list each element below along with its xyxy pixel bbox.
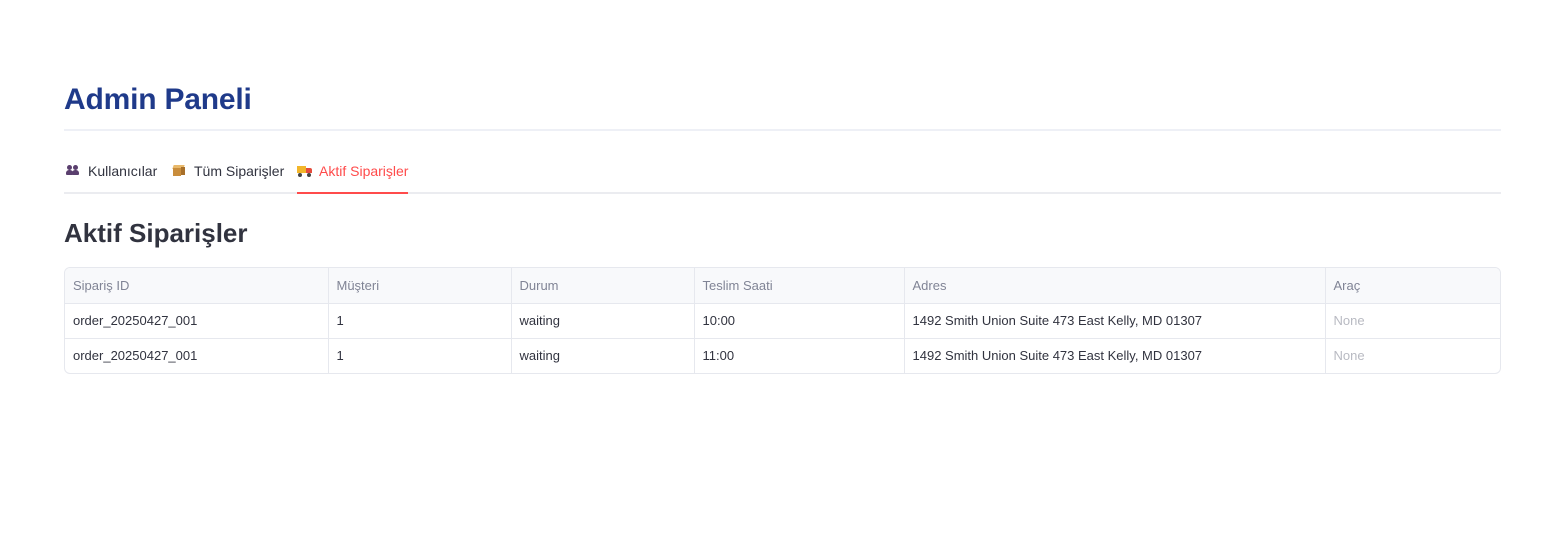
cell-order-id[interactable]: order_20250427_001 [65, 338, 329, 373]
cell-vehicle[interactable]: None [1325, 338, 1500, 373]
tab-bar: Kullanıcılar Tüm Siparişler Aktif Sipari… [64, 156, 1501, 194]
page-title: Admin Paneli [64, 83, 252, 116]
cell-delivery-time[interactable]: 10:00 [694, 303, 905, 339]
truck-icon [297, 164, 313, 178]
table-row: order_20250427_001 1 waiting 10:00 1492 … [65, 303, 1500, 339]
admin-page: Admin Paneli Kullanıcılar Tüm Siparişler… [0, 0, 1549, 533]
cell-address[interactable]: 1492 Smith Union Suite 473 East Kelly, M… [904, 303, 1326, 339]
column-header-status[interactable]: Durum [511, 268, 695, 304]
cell-address[interactable]: 1492 Smith Union Suite 473 East Kelly, M… [904, 338, 1326, 373]
cell-status[interactable]: waiting [511, 338, 695, 373]
column-header-order-id[interactable]: Sipariş ID [65, 268, 329, 304]
tab-users-label: Kullanıcılar [88, 163, 158, 179]
tab-all-orders-label: Tüm Siparişler [194, 163, 285, 179]
table-row: order_20250427_001 1 waiting 11:00 1492 … [65, 338, 1500, 373]
section-title: Aktif Siparişler [64, 218, 248, 248]
column-header-address[interactable]: Adres [904, 268, 1326, 304]
tab-active-orders-label: Aktif Siparişler [319, 163, 409, 179]
table-header-row: Sipariş ID Müşteri Durum Teslim Saati Ad… [65, 268, 1500, 304]
cell-delivery-time[interactable]: 11:00 [694, 338, 905, 373]
orders-table[interactable]: Sipariş ID Müşteri Durum Teslim Saati Ad… [64, 267, 1501, 374]
tab-active-orders[interactable]: Aktif Siparişler [297, 156, 409, 194]
column-header-delivery-time[interactable]: Teslim Saati [694, 268, 905, 304]
column-header-vehicle[interactable]: Araç [1325, 268, 1500, 304]
cell-order-id[interactable]: order_20250427_001 [65, 303, 329, 339]
cell-status[interactable]: waiting [511, 303, 695, 339]
cell-customer[interactable]: 1 [328, 338, 512, 373]
users-icon [66, 164, 82, 178]
package-icon [172, 164, 188, 178]
title-divider [64, 129, 1501, 131]
cell-customer[interactable]: 1 [328, 303, 512, 339]
column-header-customer[interactable]: Müşteri [328, 268, 512, 304]
tab-users[interactable]: Kullanıcılar [66, 156, 157, 192]
cell-vehicle[interactable]: None [1325, 303, 1500, 339]
tab-all-orders[interactable]: Tüm Siparişler [172, 156, 284, 192]
